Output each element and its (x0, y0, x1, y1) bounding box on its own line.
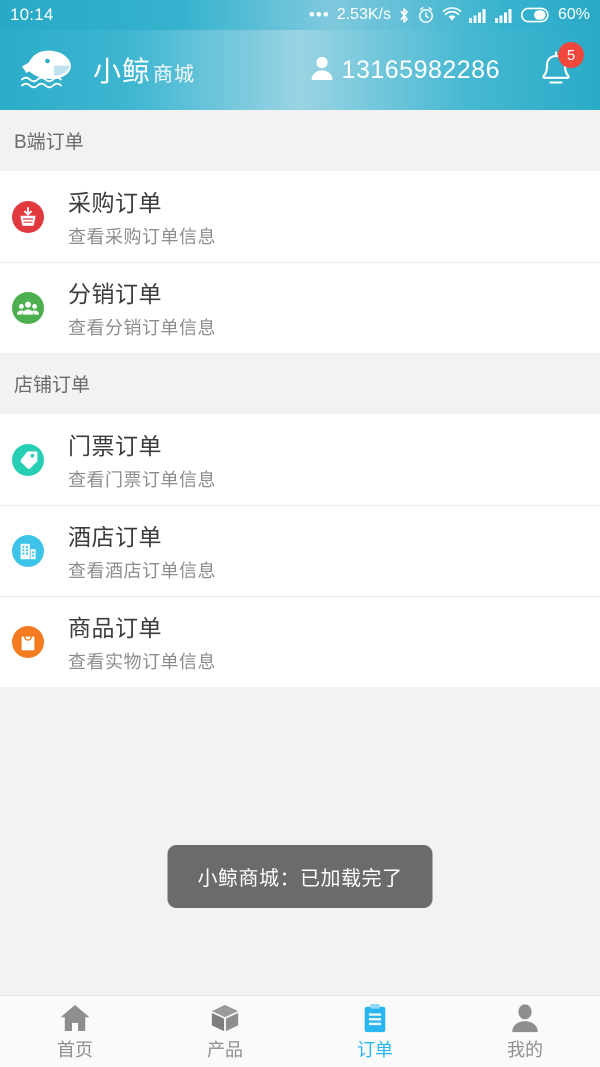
list-item-texts: 商品订单 查看实物订单信息 (68, 609, 216, 674)
home-icon (59, 1001, 91, 1033)
status-right-cluster: ••• 2.53K/s 60% (309, 6, 590, 25)
tab-products[interactable]: 产品 (150, 996, 300, 1067)
brand-title: 小鲸 商城 (93, 50, 195, 90)
list-item-purchase-order[interactable]: 采购订单 查看采购订单信息 (0, 171, 600, 262)
status-time: 10:14 (10, 5, 54, 24)
app-root: 10:14 ••• 2.53K/s 60% 小鲸 商城 13165982286 … (0, 0, 600, 1067)
list-item-texts: 酒店订单 查看酒店订单信息 (68, 518, 216, 583)
user-account[interactable]: 13165982286 (310, 55, 500, 86)
list-item-subtitle: 查看门票订单信息 (68, 470, 216, 490)
section-group-b-orders: 采购订单 查看采购订单信息 分销订单 查看分销订单信息 (0, 171, 600, 353)
wifi-icon (442, 7, 462, 23)
distribution-group-icon (12, 291, 44, 324)
brand-sub-label: 商城 (153, 64, 196, 86)
list-item-title: 采购订单 (68, 190, 162, 216)
clipboard-icon (359, 1001, 391, 1033)
tab-profile[interactable]: 我的 (450, 996, 600, 1067)
tab-home[interactable]: 首页 (0, 996, 150, 1067)
purchase-basket-icon (12, 200, 44, 233)
status-bar: 10:14 ••• 2.53K/s 60% (0, 0, 600, 30)
signal-icon (468, 8, 488, 23)
list-item-title: 商品订单 (68, 615, 162, 641)
bottom-tab-bar: 首页 产品 订单 我的 (0, 995, 600, 1067)
hotel-building-icon (12, 534, 44, 567)
list-item-ticket-order[interactable]: 门票订单 查看门票订单信息 (0, 414, 600, 505)
list-item-texts: 分销订单 查看分销订单信息 (68, 275, 216, 340)
box-icon (209, 1001, 241, 1033)
app-header: 小鲸 商城 13165982286 5 (0, 30, 600, 110)
user-phone-label: 13165982286 (341, 55, 500, 84)
battery-icon (520, 7, 551, 23)
toast-message: 小鲸商城：已加载完了 (167, 845, 433, 908)
list-item-hotel-order[interactable]: 酒店订单 查看酒店订单信息 (0, 505, 600, 596)
list-item-subtitle: 查看采购订单信息 (68, 227, 216, 247)
list-item-subtitle: 查看酒店订单信息 (68, 561, 216, 581)
section-group-shop-orders: 门票订单 查看门票订单信息 酒店订单 查看酒店订单信息 商品订单 查看实物订单信… (0, 414, 600, 687)
battery-percent-label: 60% (557, 6, 590, 23)
list-item-title: 门票订单 (68, 433, 162, 459)
ticket-tag-icon (12, 443, 44, 476)
status-dots-icon: ••• (308, 5, 330, 24)
bluetooth-icon (398, 6, 410, 25)
list-item-texts: 采购订单 查看采购订单信息 (68, 184, 216, 249)
list-item-texts: 门票订单 查看门票订单信息 (68, 427, 216, 492)
section-header-shop-orders: 店铺订单 (0, 353, 600, 414)
list-item-distribution-order[interactable]: 分销订单 查看分销订单信息 (0, 262, 600, 353)
tab-label: 首页 (57, 1040, 93, 1060)
section-header-b-orders: B端订单 (0, 110, 600, 171)
list-item-title: 分销订单 (68, 281, 162, 307)
list-item-subtitle: 查看分销订单信息 (68, 318, 216, 338)
order-list-content: B端订单 采购订单 查看采购订单信息 分销订单 查看分销订单信息 店铺订单 门票… (0, 110, 600, 995)
list-item-subtitle: 查看实物订单信息 (68, 652, 216, 672)
tab-label: 订单 (357, 1040, 393, 1060)
tab-orders[interactable]: 订单 (300, 996, 450, 1067)
list-item-title: 酒店订单 (68, 524, 162, 550)
brand-logo: 小鲸 商城 (16, 42, 195, 99)
list-item-product-order[interactable]: 商品订单 查看实物订单信息 (0, 596, 600, 687)
person-icon (509, 1001, 541, 1033)
network-speed-label: 2.53K/s (336, 6, 391, 23)
person-icon (310, 55, 334, 86)
tab-label: 产品 (207, 1040, 243, 1060)
notification-button[interactable]: 5 (534, 42, 584, 94)
whale-logo-icon (16, 42, 84, 99)
notification-badge: 5 (558, 42, 584, 68)
brand-main-label: 小鲸 (93, 56, 152, 87)
alarm-icon (417, 6, 435, 24)
signal-icon (494, 8, 514, 23)
shopping-bag-icon (12, 625, 44, 658)
tab-label: 我的 (507, 1040, 543, 1060)
